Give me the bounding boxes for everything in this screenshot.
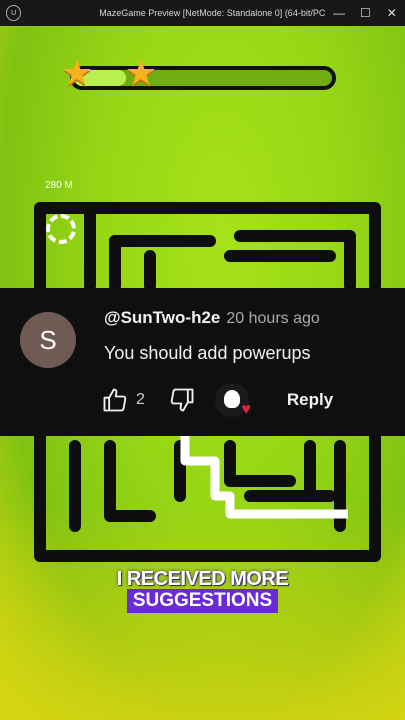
comment-card: S @SunTwo-h2e 20 hours ago You should add… [0,288,405,436]
video-caption: I RECEIVED MORE SUGGESTIONS [0,568,405,613]
creator-avatar-icon [223,390,240,408]
like-button[interactable] [100,385,130,415]
unreal-logo-icon: U [6,5,22,21]
comment-actions: 2 ♥ Reply [100,382,333,418]
window-titlebar: U MazeGame Preview [NetMode: Standalone … [0,0,405,26]
star-icon: ★ [60,52,94,93]
minimize-button[interactable]: — [326,0,352,26]
comment-author[interactable]: @SunTwo-h2e 20 hours ago [104,308,320,328]
distance-label: 280 M [45,180,73,191]
caption-line-1: I RECEIVED MORE [116,568,289,590]
heart-icon: ♥ [241,401,251,418]
creator-heart-badge: ♥ [214,383,251,418]
caption-line-2: SUGGESTIONS [126,589,279,613]
star-icon: ★ [124,52,158,93]
close-button[interactable]: ✕ [379,0,405,26]
like-count: 2 [136,391,145,408]
window-title: MazeGame Preview [NetMode: Standalone 0]… [99,8,326,18]
thumbs-up-icon [103,388,127,412]
avatar[interactable]: S [20,312,76,368]
comment-time: 20 hours ago [226,310,320,327]
reply-button[interactable]: Reply [287,390,333,410]
comment-text: You should add powerups [104,343,311,363]
progress-bar [70,66,336,90]
dislike-button[interactable] [167,385,197,415]
thumbs-down-icon [170,388,194,412]
player-ring [46,214,76,244]
author-name[interactable]: @SunTwo-h2e [104,308,220,327]
maximize-button[interactable]: ☐ [352,0,378,26]
